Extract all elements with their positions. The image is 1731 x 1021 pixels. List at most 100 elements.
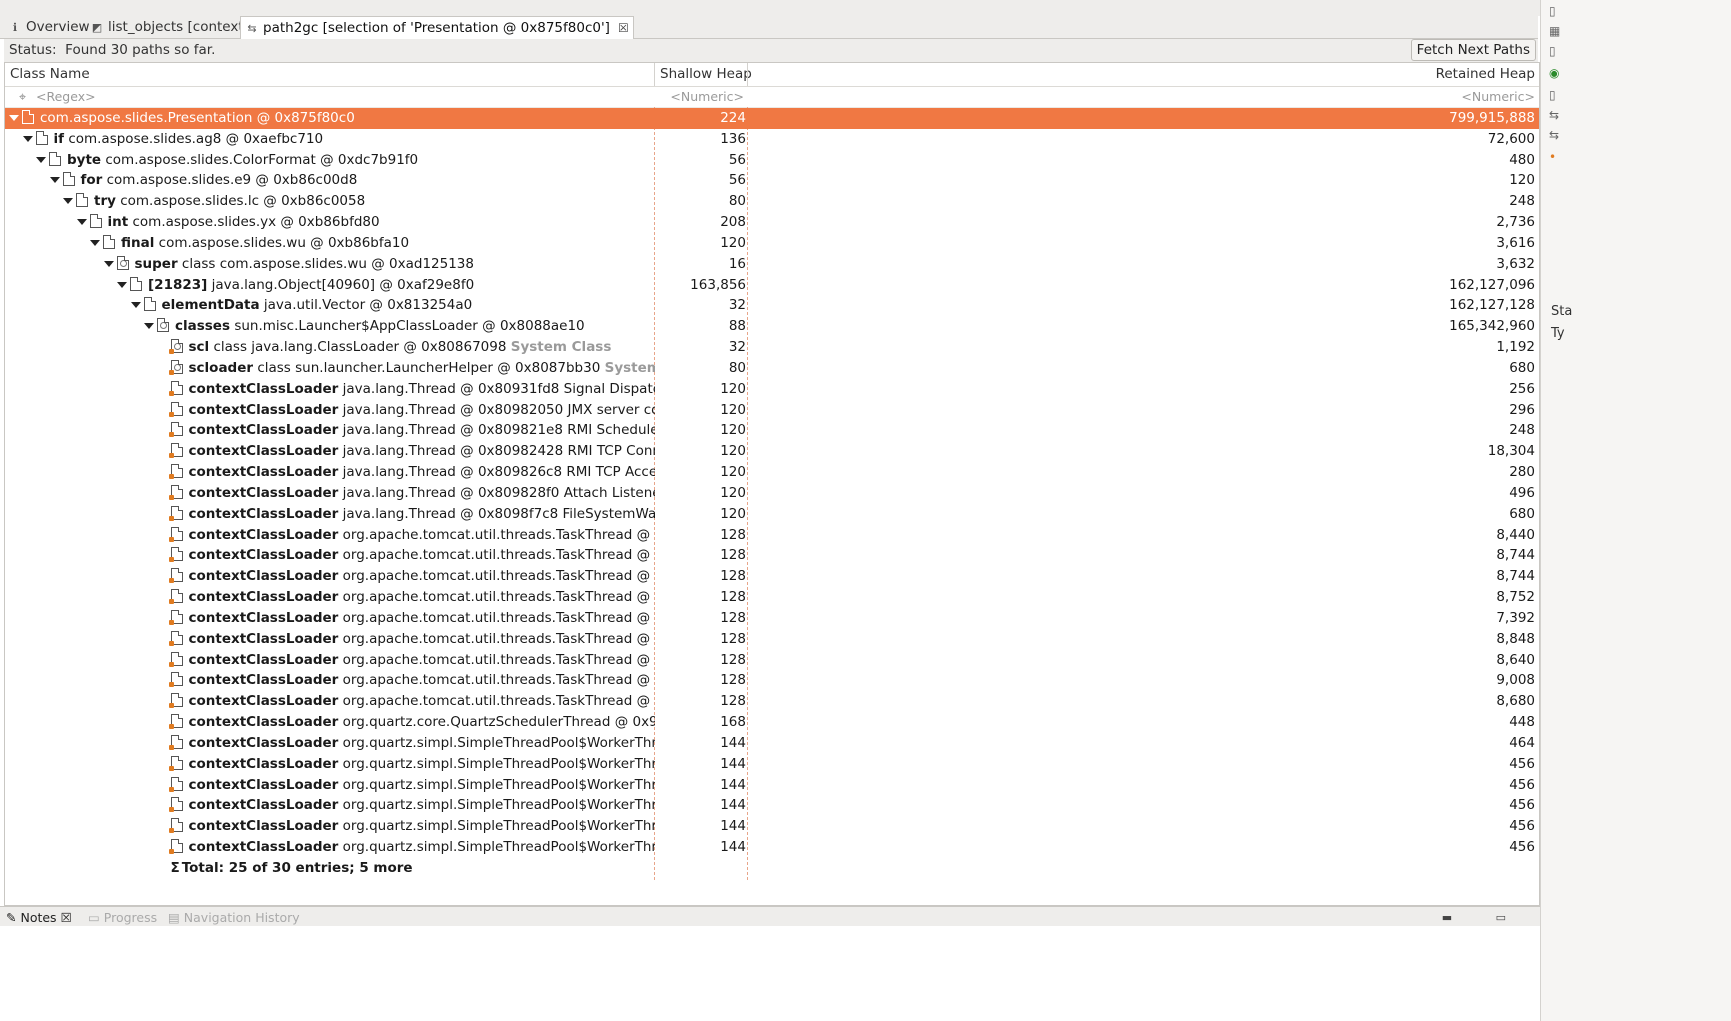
path-icon[interactable]: ⇆	[1549, 128, 1561, 142]
table-row[interactable]: try com.aspose.slides.lc @ 0xb86c0058 80 2…	[5, 191, 1539, 212]
table-row[interactable]: contextClassLoader org.quartz.simpl.Simp…	[5, 733, 1539, 754]
shallow-heap-cell: 32	[728, 297, 746, 313]
expand-toggle-icon[interactable]	[130, 302, 141, 308]
expand-toggle-icon[interactable]	[63, 198, 73, 204]
expand-toggle-icon[interactable]	[144, 323, 154, 329]
table-row[interactable]: contextClassLoader java.lang.Thread @ 0x…	[5, 483, 1539, 504]
shallow-heap-cell: 32	[728, 339, 746, 355]
shallow-heap-cell: 128	[720, 589, 746, 605]
column-header-class-name[interactable]: Class Name	[10, 63, 90, 86]
expand-toggle-icon[interactable]	[9, 115, 19, 121]
tab-notes[interactable]: ✎ Notes ☒	[6, 910, 72, 925]
table-row[interactable]: [21823] java.lang.Object[40960] @ 0xaf29…	[5, 275, 1539, 296]
table-row[interactable]: scl class java.lang.ClassLoader @ 0x8086…	[5, 337, 1539, 358]
regex-filter-input[interactable]: <Regex>	[36, 87, 96, 107]
table-row[interactable]: contextClassLoader org.apache.tomcat.uti…	[5, 545, 1539, 566]
class-name-cell: [21823] java.lang.Object[40960] @ 0xaf29…	[5, 275, 655, 296]
object-icon	[168, 568, 183, 583]
expand-toggle-icon[interactable]	[90, 240, 100, 246]
expand-toggle-icon[interactable]	[49, 177, 60, 183]
search-icon[interactable]: ◉	[1549, 66, 1561, 80]
class-name-cell: final com.aspose.slides.wu @ 0xb86bfa10	[5, 233, 655, 254]
info-icon: ℹ	[12, 21, 18, 34]
table-row[interactable]: final com.aspose.slides.wu @ 0xb86bfa10 1…	[5, 233, 1539, 254]
table-row[interactable]: scloader class sun.launcher.LauncherHelp…	[5, 358, 1539, 379]
table-row[interactable]: contextClassLoader org.quartz.simpl.Simp…	[5, 816, 1539, 837]
path-icon[interactable]: ⇆	[1549, 108, 1561, 122]
table-row[interactable]: contextClassLoader org.apache.tomcat.uti…	[5, 629, 1539, 650]
table-row[interactable]: contextClassLoader org.apache.tomcat.uti…	[5, 670, 1539, 691]
tab-overview[interactable]: ℹ Overview	[4, 16, 94, 38]
table-row[interactable]: contextClassLoader org.apache.tomcat.uti…	[5, 650, 1539, 671]
table-row[interactable]: int com.aspose.slides.yx @ 0xb86bfd80 208…	[5, 212, 1539, 233]
tab-list-objects[interactable]: ◩ list_objects [context]	[86, 16, 253, 38]
close-icon[interactable]: ☒	[61, 910, 72, 925]
grid-icon[interactable]: ▦	[1549, 24, 1561, 38]
table-row[interactable]: contextClassLoader org.quartz.simpl.Simp…	[5, 795, 1539, 816]
table-row[interactable]: contextClassLoader org.quartz.simpl.Simp…	[5, 754, 1539, 775]
class-name-cell: contextClassLoader java.lang.Thread @ 0x…	[5, 462, 655, 483]
file-icon[interactable]: ▯	[1549, 4, 1561, 18]
retained-heap-cell: 799,915,888	[1449, 110, 1535, 126]
file-icon[interactable]: ▯	[1549, 44, 1561, 58]
retained-heap-cell: 480	[1509, 152, 1535, 168]
retained-heap-cell: 8,680	[1496, 693, 1535, 709]
tab-navigation-history[interactable]: ▤ Navigation History	[168, 910, 300, 925]
table-row[interactable]: contextClassLoader java.lang.Thread @ 0x…	[5, 441, 1539, 462]
field-name: scl	[188, 339, 210, 355]
column-divider[interactable]	[747, 63, 748, 86]
table-row[interactable]: contextClassLoader org.quartz.simpl.Simp…	[5, 837, 1539, 858]
total-row[interactable]: Σ Total: 25 of 30 entries; 5 more	[5, 858, 1539, 879]
object-icon	[168, 735, 183, 750]
column-divider[interactable]	[654, 63, 655, 86]
field-name: contextClassLoader	[188, 485, 339, 501]
table-row[interactable]: contextClassLoader java.lang.Thread @ 0x…	[5, 462, 1539, 483]
table-row[interactable]: contextClassLoader java.lang.Thread @ 0x…	[5, 504, 1539, 525]
class-object-icon	[168, 360, 183, 375]
file-icon[interactable]: ▯	[1549, 88, 1561, 102]
table-row[interactable]: contextClassLoader org.quartz.core.Quart…	[5, 712, 1539, 733]
tab-path2gc[interactable]: ⇆ path2gc [selection of 'Presentation @ 0…	[240, 16, 634, 40]
table-row[interactable]: contextClassLoader org.apache.tomcat.uti…	[5, 608, 1539, 629]
table-row[interactable]: contextClassLoader org.apache.tomcat.uti…	[5, 566, 1539, 587]
minimize-maximize-icons[interactable]: ▬ ▭	[1442, 911, 1526, 924]
table-row[interactable]: contextClassLoader org.apache.tomcat.uti…	[5, 587, 1539, 608]
retained-heap-cell: 280	[1509, 464, 1535, 480]
table-row[interactable]: contextClassLoader java.lang.Thread @ 0x…	[5, 420, 1539, 441]
fetch-next-paths-button[interactable]: Fetch Next Paths	[1410, 39, 1536, 61]
status-message: Found 30 paths so far.	[65, 42, 216, 58]
expand-toggle-icon[interactable]	[117, 282, 127, 288]
object-icon[interactable]: •	[1549, 150, 1561, 164]
table-row[interactable]: elementData java.util.Vector @ 0x813254a…	[5, 295, 1539, 316]
object-icon	[168, 631, 183, 646]
table-row[interactable]: contextClassLoader java.lang.Thread @ 0x…	[5, 379, 1539, 400]
shallow-filter-input[interactable]: <Numeric>	[655, 87, 744, 107]
table-row[interactable]: contextClassLoader org.apache.tomcat.uti…	[5, 691, 1539, 712]
tab-progress[interactable]: ▭ Progress	[88, 910, 157, 925]
retained-filter-input[interactable]: <Numeric>	[1461, 87, 1535, 107]
table-row-selected[interactable]: com.aspose.slides.Presentation @ 0x875f8…	[5, 108, 1539, 129]
table-row[interactable]: contextClassLoader org.quartz.simpl.Simp…	[5, 775, 1539, 796]
table-row[interactable]: contextClassLoader org.apache.tomcat.uti…	[5, 525, 1539, 546]
class-name-cell: contextClassLoader org.apache.tomcat.uti…	[5, 566, 655, 587]
column-header-shallow-heap[interactable]: Shallow Heap	[660, 63, 752, 86]
class-name-text: contextClassLoader org.apache.tomcat.uti…	[189, 691, 656, 712]
table-row[interactable]: for com.aspose.slides.e9 @ 0xb86c00d8 56 1…	[5, 170, 1539, 191]
table-row[interactable]: byte com.aspose.slides.ColorFormat @ 0xd…	[5, 150, 1539, 171]
close-icon[interactable]: ☒	[618, 21, 629, 35]
shallow-heap-cell: 128	[720, 693, 746, 709]
table-row[interactable]: classes sun.misc.Launcher$AppClassLoader…	[5, 316, 1539, 337]
object-icon	[168, 547, 183, 562]
bottom-panel-tabs: ✎ Notes ☒ ▭ Progress ▤ Navigation Histor…	[0, 906, 1540, 926]
expand-toggle-icon[interactable]	[36, 157, 46, 163]
expand-toggle-icon[interactable]	[76, 219, 87, 225]
table-row[interactable]: super class com.aspose.slides.wu @ 0xad1…	[5, 254, 1539, 275]
table-row[interactable]: if com.aspose.slides.ag8 @ 0xaefbc710 136…	[5, 129, 1539, 150]
expand-toggle-icon[interactable]	[103, 261, 114, 267]
class-name-text: try com.aspose.slides.lc @ 0xb86c0058	[94, 191, 365, 212]
expand-toggle-icon[interactable]	[22, 136, 33, 142]
table-row[interactable]: contextClassLoader java.lang.Thread @ 0x…	[5, 400, 1539, 421]
retained-heap-cell: 8,440	[1496, 527, 1535, 543]
column-header-retained-heap[interactable]: Retained Heap	[1436, 63, 1535, 86]
object-icon	[168, 672, 183, 687]
